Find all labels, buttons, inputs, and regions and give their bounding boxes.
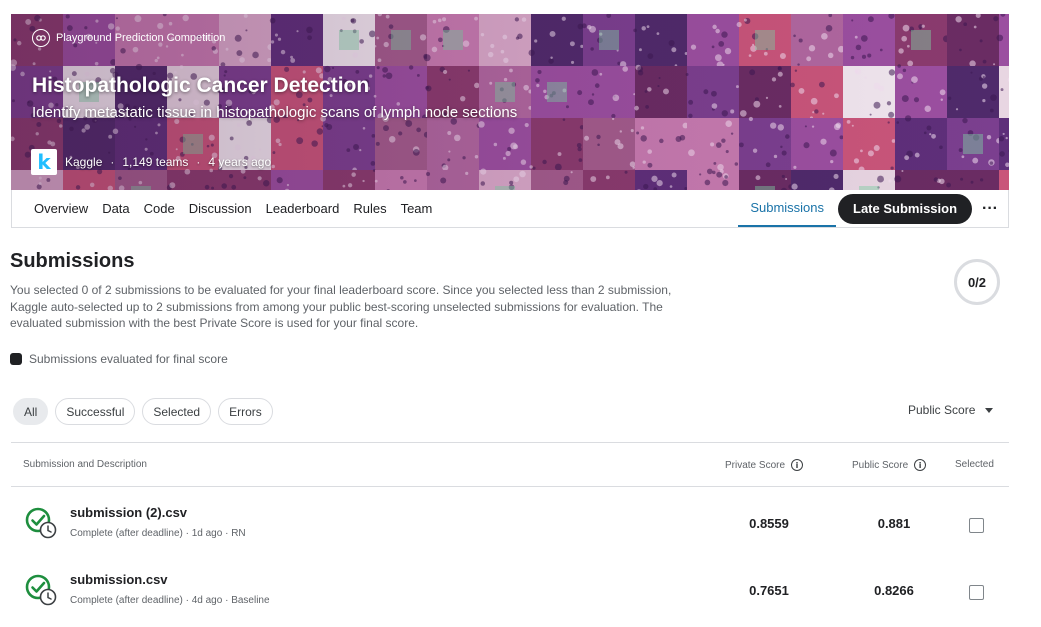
filter-errors[interactable]: Errors <box>218 398 273 425</box>
tab-overview[interactable]: Overview <box>34 201 88 216</box>
private-score: 0.8559 <box>749 516 789 531</box>
select-checkbox[interactable] <box>969 518 984 533</box>
table-header: Submission and Description Private Score… <box>11 442 1009 487</box>
sort-label: Public Score <box>908 403 976 417</box>
competition-type: Playground Prediction Competition <box>32 28 225 48</box>
complete-check-clock-icon <box>25 574 57 606</box>
filter-selected[interactable]: Selected <box>142 398 212 425</box>
competition-age: 4 years ago <box>208 155 272 169</box>
tab-list: Overview Data Code Discussion Leaderboar… <box>12 190 446 227</box>
host-name[interactable]: Kaggle <box>65 155 102 169</box>
sort-dropdown[interactable]: Public Score <box>908 403 994 417</box>
page-title: Submissions <box>10 250 135 272</box>
prediction-competition-icon <box>32 29 50 47</box>
tab-data[interactable]: Data <box>102 201 129 216</box>
info-icon[interactable]: i <box>914 459 927 471</box>
column-private-score[interactable]: Private Score i <box>725 459 804 471</box>
tab-leaderboard[interactable]: Leaderboard <box>266 201 340 216</box>
competition-type-label: Playground Prediction Competition <box>56 32 226 44</box>
competition-banner: Playground Prediction Competition Histop… <box>11 14 1009 190</box>
more-options-icon[interactable]: ··· <box>982 200 998 218</box>
table-row: submission (2).csv Complete (after deadl… <box>11 498 1009 558</box>
tab-code[interactable]: Code <box>144 201 175 216</box>
meta-separator: · <box>196 155 201 169</box>
tab-team[interactable]: Team <box>401 201 433 216</box>
meta-separator: · <box>110 155 115 169</box>
legend-swatch <box>10 353 22 365</box>
tab-submissions[interactable]: Submissions <box>738 190 837 227</box>
competition-tabbar: Overview Data Code Discussion Leaderboar… <box>11 190 1009 228</box>
legend-label: Submissions evaluated for final score <box>29 352 228 366</box>
select-checkbox[interactable] <box>969 585 984 600</box>
late-submission-button[interactable]: Late Submission <box>838 193 973 224</box>
submission-meta: Complete (after deadline) · 4d ago · Bas… <box>70 595 270 606</box>
submission-filename[interactable]: submission.csv <box>70 572 168 587</box>
public-score: 0.8266 <box>874 583 914 598</box>
column-public-label: Public Score <box>852 459 909 471</box>
legend: Submissions evaluated for final score <box>10 352 228 366</box>
caret-down-icon <box>985 407 994 413</box>
submission-meta: Complete (after deadline) · 1d ago · RN <box>70 528 246 539</box>
filter-all[interactable]: All <box>13 398 49 425</box>
info-icon[interactable]: i <box>791 459 804 471</box>
table-row: submission.csv Complete (after deadline)… <box>11 565 1009 625</box>
tab-discussion[interactable]: Discussion <box>189 201 252 216</box>
competition-meta: k Kaggle · 1,149 teams · 4 years ago <box>31 149 271 175</box>
tabbar-actions: Submissions Late Submission ··· <box>738 190 1008 227</box>
team-count: 1,149 teams <box>122 155 189 169</box>
column-private-label: Private Score <box>725 459 786 471</box>
selected-count-ring: 0/2 <box>954 259 1000 305</box>
competition-title: Histopathologic Cancer Detection <box>32 74 370 97</box>
filter-chips: All Successful Selected Errors <box>13 398 273 425</box>
private-score: 0.7651 <box>749 583 789 598</box>
complete-check-clock-icon <box>25 507 57 539</box>
column-submission: Submission and Description <box>23 459 147 470</box>
competition-subtitle: Identify metastatic tissue in histopatho… <box>32 104 518 121</box>
submission-filename[interactable]: submission (2).csv <box>70 505 187 520</box>
filter-successful[interactable]: Successful <box>55 398 136 425</box>
public-score: 0.881 <box>877 516 911 531</box>
column-public-score[interactable]: Public Score i <box>852 459 927 471</box>
submissions-description: You selected 0 of 2 submissions to be ev… <box>10 283 672 330</box>
tab-rules[interactable]: Rules <box>353 201 386 216</box>
kaggle-logo-icon[interactable]: k <box>31 149 57 175</box>
column-selected: Selected <box>955 459 994 470</box>
